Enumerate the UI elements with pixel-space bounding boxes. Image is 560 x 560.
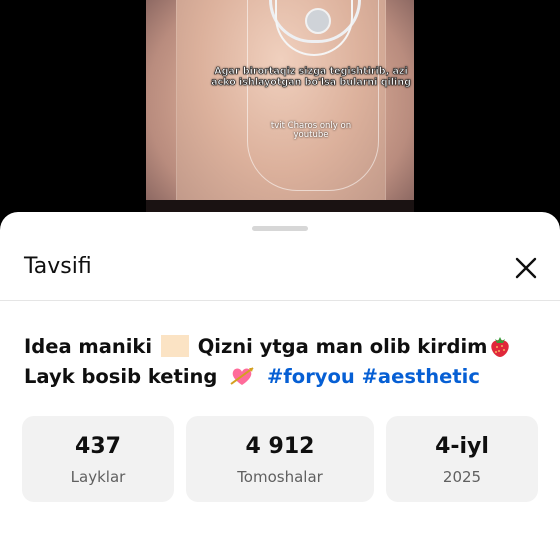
heart-arrow-icon xyxy=(230,367,254,385)
video-description: Idea maniki Qizni ytga man olib kirdim L… xyxy=(24,332,544,392)
description-sheet: Tavsifi Idea maniki Qizni ytga man olib … xyxy=(0,212,560,560)
hashtag-foryou[interactable]: #foryou xyxy=(267,365,355,388)
likes-count: 437 xyxy=(75,434,121,459)
necklace-pendant xyxy=(305,8,331,34)
description-text-3: Layk bosib keting xyxy=(24,365,218,388)
drag-handle[interactable] xyxy=(252,226,308,231)
close-button[interactable] xyxy=(506,248,546,288)
description-text-1: Idea maniki xyxy=(24,335,153,358)
hashtag-aesthetic[interactable]: #aesthetic xyxy=(362,365,480,388)
video-overlay-caption: Agar birortaqiz sizga tegishtirib, azi a… xyxy=(211,66,411,89)
stat-likes: 437 Layklar xyxy=(22,416,174,502)
stat-views: 4 912 Tomoshalar xyxy=(186,416,374,502)
likes-label: Layklar xyxy=(70,468,126,486)
video-credit: tvit Charos only on youtube xyxy=(270,121,352,140)
stats-row: 437 Layklar 4 912 Tomoshalar 4-iyl 2025 xyxy=(22,416,538,502)
video-player[interactable]: Agar birortaqiz sizga tegishtirib, azi a… xyxy=(146,0,414,222)
header-divider xyxy=(0,300,560,301)
views-label: Tomoshalar xyxy=(237,468,323,486)
stat-date: 4-iyl 2025 xyxy=(386,416,538,502)
description-text-2: Qizni ytga man olib kirdim xyxy=(197,335,488,358)
date-year: 2025 xyxy=(442,468,482,486)
close-icon xyxy=(515,257,537,279)
video-frame: Agar birortaqiz sizga tegishtirib, azi a… xyxy=(176,0,411,200)
strawberry-icon xyxy=(491,337,510,357)
views-count: 4 912 xyxy=(245,434,315,459)
sheet-title: Tavsifi xyxy=(24,254,92,279)
skin-swatch-icon xyxy=(160,335,189,357)
date-day: 4-iyl xyxy=(435,434,489,459)
